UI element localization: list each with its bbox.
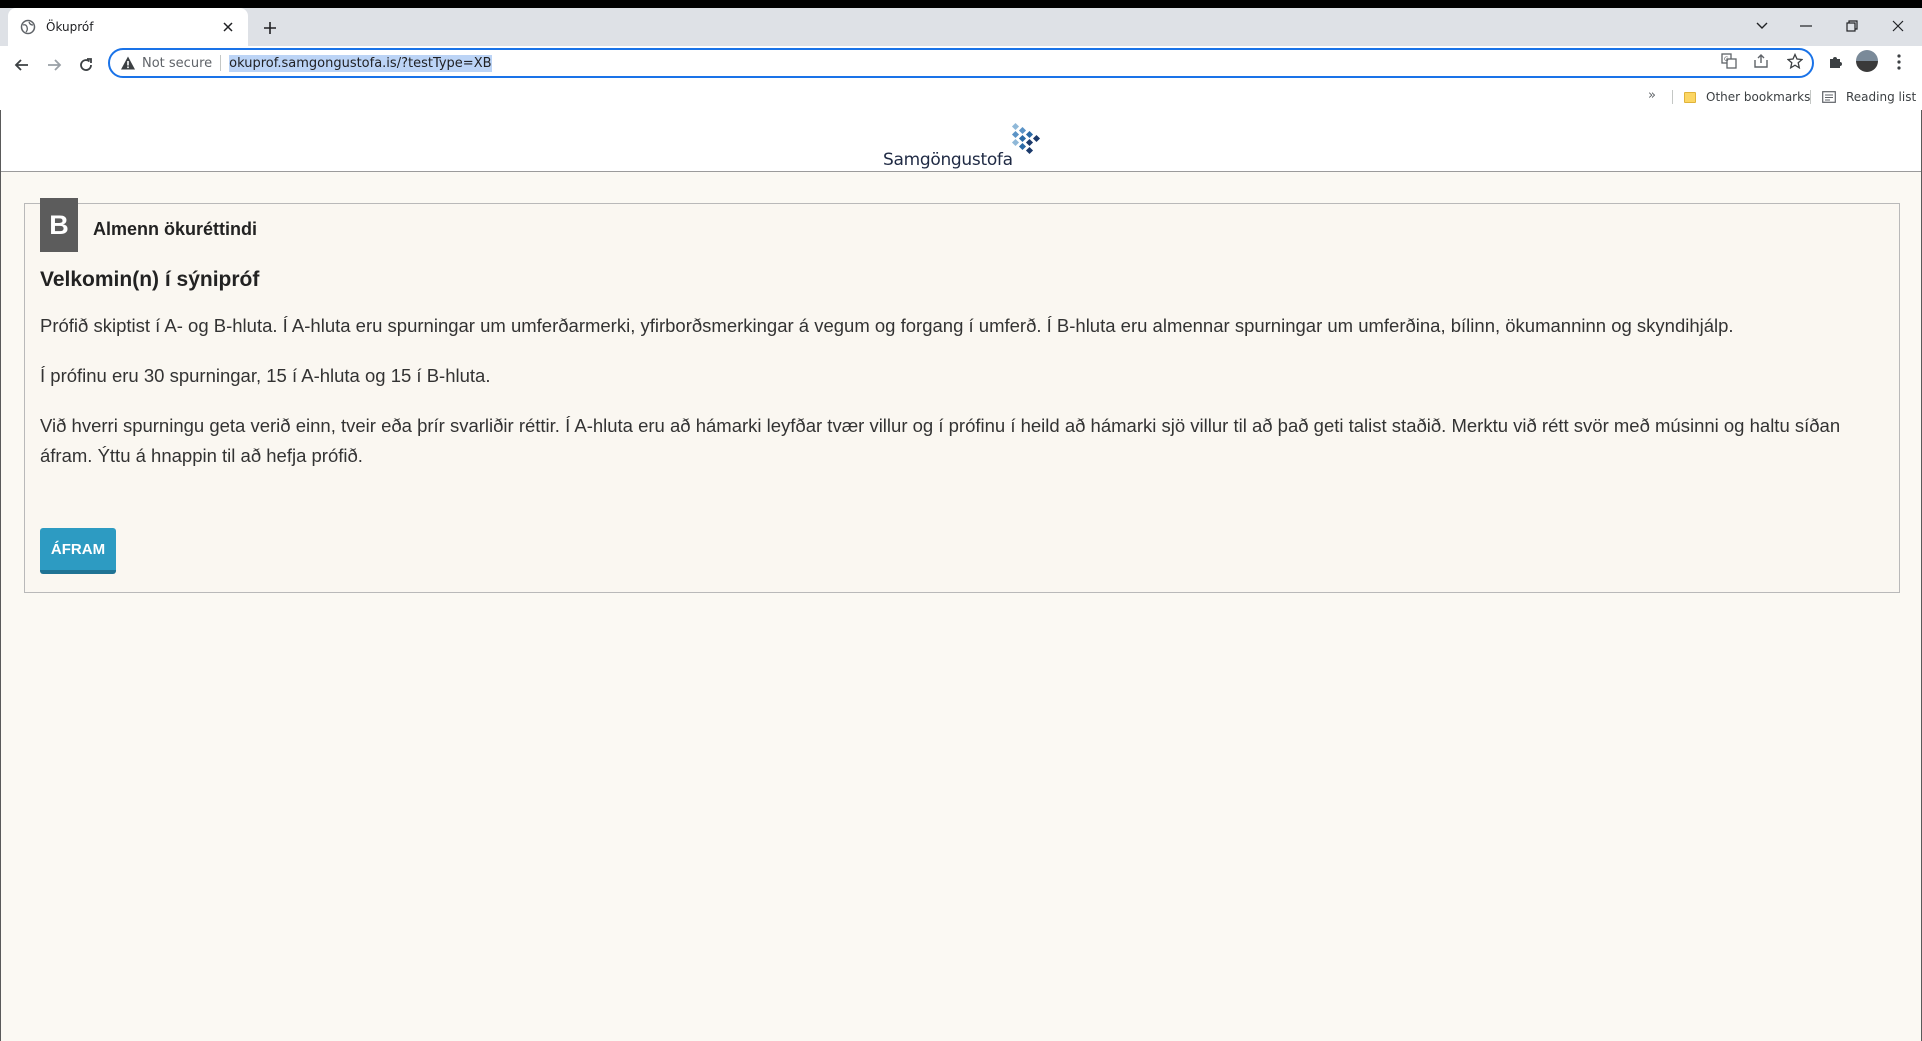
address-separator (220, 55, 222, 71)
samgongustofa-logo[interactable]: Samgöngustofa (883, 122, 1043, 170)
tab-strip: Ökupróf (0, 8, 1922, 46)
warning-triangle-icon[interactable] (120, 55, 136, 71)
intro-paragraph-3: Við hverri spurningu geta verið einn, tv… (40, 415, 1841, 466)
minimize-icon[interactable] (1786, 12, 1826, 40)
reading-list-label: Reading list (1846, 90, 1917, 104)
reading-list-icon (1822, 91, 1836, 103)
close-window-icon[interactable] (1878, 12, 1918, 40)
globe-icon (20, 19, 36, 35)
translate-icon[interactable]: G (1720, 52, 1738, 70)
bookmarks-divider (1810, 90, 1811, 104)
more-menu-kebab-icon[interactable] (1888, 51, 1910, 73)
license-category-title: Almenn ökuréttindi (93, 219, 258, 239)
back-arrow-icon[interactable] (8, 51, 36, 79)
url-text[interactable]: okuprof.samgongustofa.is/?testType=XB (229, 54, 492, 72)
share-icon[interactable] (1752, 52, 1770, 70)
profile-avatar[interactable] (1856, 50, 1878, 72)
new-tab-plus-icon[interactable] (258, 16, 282, 40)
svg-text:G: G (1724, 56, 1729, 63)
logo-text: Samgöngustofa (883, 150, 1013, 170)
reading-list[interactable]: Reading list (1822, 84, 1916, 110)
intro-paragraph-1: Prófið skiptist í A- og B-hluta. Í A-hlu… (40, 315, 1734, 336)
tab-search-chevron-down-icon[interactable] (1742, 12, 1782, 40)
window-top-edge (0, 0, 1922, 8)
address-bar[interactable]: Not secure okuprof.samgongustofa.is/?tes… (108, 48, 1814, 78)
continue-button[interactable]: ÁFRAM (40, 528, 116, 574)
folder-icon (1684, 91, 1696, 103)
other-bookmarks-folder[interactable]: Other bookmarks (1684, 84, 1810, 110)
extensions-puzzle-icon[interactable] (1824, 51, 1846, 73)
page-viewport: Samgöngustofa B Almenn ökuréttindi Velko… (0, 110, 1922, 1041)
logo-diamond-arrow-icon (1011, 122, 1041, 155)
not-secure-label[interactable]: Not secure (142, 56, 212, 71)
license-category-badge: B (40, 198, 78, 252)
bookmarks-bar: » Other bookmarks Reading list (0, 84, 1922, 110)
forward-arrow-icon[interactable] (40, 51, 68, 79)
reload-icon[interactable] (72, 51, 100, 79)
tab-close-icon[interactable] (218, 17, 238, 37)
tab-title: Ökupróf (46, 20, 94, 34)
site-header: Samgöngustofa (1, 110, 1921, 172)
bookmarks-divider (1672, 90, 1673, 104)
restore-window-icon[interactable] (1832, 12, 1872, 40)
browser-toolbar: Not secure okuprof.samgongustofa.is/?tes… (0, 46, 1922, 84)
browser-tab[interactable]: Ökupróf (8, 8, 248, 46)
welcome-heading: Velkomin(n) í sýnipróf (40, 268, 260, 291)
other-bookmarks-label: Other bookmarks (1706, 90, 1811, 104)
bookmark-star-icon[interactable] (1786, 52, 1804, 70)
intro-paragraph-2: Í prófinu eru 30 spurningar, 15 í A-hlut… (40, 365, 491, 386)
intro-card: B Almenn ökuréttindi Velkomin(n) í sýnip… (24, 198, 1900, 593)
bookmarks-overflow-chevron-icon[interactable]: » (1648, 88, 1656, 103)
